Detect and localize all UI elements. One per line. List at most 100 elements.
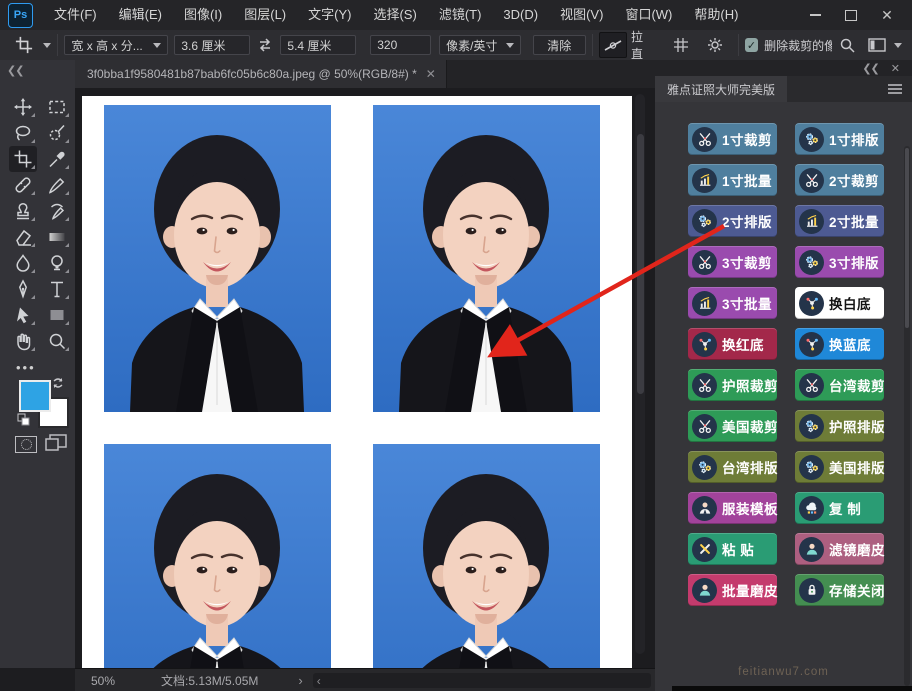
swap-dimensions-icon[interactable]	[252, 33, 278, 57]
plugin-button-0-scissors[interactable]: 1寸裁剪	[688, 123, 777, 155]
crop-width-input[interactable]	[181, 38, 243, 52]
tool-stamp[interactable]	[9, 198, 37, 224]
plugin-button-4-gears[interactable]: 2寸排版	[688, 205, 777, 237]
plugin-panel-tab[interactable]: 雅点证照大师完美版	[655, 76, 787, 102]
resolution-field[interactable]	[370, 35, 431, 55]
plugin-button-11-network[interactable]: 换蓝底	[795, 328, 884, 360]
tool-history-brush[interactable]	[43, 198, 71, 224]
plugin-button-6-scissors[interactable]: 3寸裁剪	[688, 246, 777, 278]
tool-lasso[interactable]	[9, 120, 37, 146]
chevron-down-icon[interactable]	[894, 43, 902, 48]
panel-menu-icon[interactable]	[888, 84, 902, 94]
plugin-button-20-cross-tools[interactable]: 粘 贴	[688, 533, 777, 565]
tool-eraser[interactable]	[9, 224, 37, 250]
plugin-button-2-chart[interactable]: 1寸批量	[688, 164, 777, 196]
tool-quick-select[interactable]	[43, 120, 71, 146]
tool-marquee[interactable]	[43, 94, 71, 120]
plugin-button-23-lock[interactable]: 存储关闭	[795, 574, 884, 606]
menu-item-10[interactable]: 帮助(H)	[683, 0, 749, 30]
close-button[interactable]: ✕	[876, 6, 898, 24]
plugin-button-19-cloud[interactable]: 复 制	[795, 492, 884, 524]
tool-path-select[interactable]	[9, 302, 37, 328]
menu-item-2[interactable]: 图像(I)	[173, 0, 233, 30]
tool-dodge[interactable]	[43, 250, 71, 276]
menu-bar: Ps 文件(F)编辑(E)图像(I)图层(L)文字(Y)选择(S)滤镜(T)3D…	[0, 0, 912, 31]
menu-item-7[interactable]: 3D(D)	[492, 0, 549, 30]
plugin-button-12-scissors[interactable]: 护照裁剪	[688, 369, 777, 401]
menu-item-5[interactable]: 选择(S)	[362, 0, 427, 30]
edit-toolbar-ellipsis-icon[interactable]: •••	[16, 360, 36, 375]
search-icon[interactable]	[834, 33, 860, 57]
tool-shape[interactable]	[43, 302, 71, 328]
crop-tool-preset-icon[interactable]	[11, 33, 37, 57]
menu-item-1[interactable]: 编辑(E)	[108, 0, 173, 30]
menu-item-0[interactable]: 文件(F)	[43, 0, 108, 30]
straighten-label[interactable]: 拉直	[631, 28, 654, 62]
collapse-tools-icon[interactable]: ❮❮	[7, 64, 23, 77]
crop-height-input[interactable]	[287, 38, 349, 52]
clear-button[interactable]: 清除	[533, 35, 586, 55]
tool-hand[interactable]	[9, 328, 37, 354]
plugin-button-18-person-suit[interactable]: 服装模板	[688, 492, 777, 524]
close-document-icon[interactable]: ✕	[426, 67, 436, 81]
plugin-button-16-gears[interactable]: 台湾排版	[688, 451, 777, 483]
plugin-button-label: 1寸批量	[722, 170, 772, 190]
collapse-panel-icon[interactable]: ❮❮	[862, 62, 878, 75]
tool-eyedropper[interactable]	[43, 146, 71, 172]
plugin-button-8-chart[interactable]: 3寸批量	[688, 287, 777, 319]
resolution-unit-select[interactable]: 像素/英寸	[439, 35, 520, 55]
canvas-vertical-scrollbar[interactable]	[635, 94, 645, 654]
tool-brush[interactable]	[43, 172, 71, 198]
gears-icon	[692, 209, 717, 234]
maximize-button[interactable]	[840, 6, 862, 24]
zoom-level[interactable]: 50%	[91, 674, 115, 688]
tool-type[interactable]	[43, 276, 71, 302]
tool-zoom[interactable]	[43, 328, 71, 354]
aspect-preset-select[interactable]: 宽 x 高 x 分...	[64, 35, 168, 55]
quick-mask-icon[interactable]	[15, 436, 37, 453]
default-colors-icon[interactable]	[17, 413, 30, 431]
plugin-button-1-gears[interactable]: 1寸排版	[795, 123, 884, 155]
tool-blur[interactable]	[9, 250, 37, 276]
plugin-button-9-network[interactable]: 换白底	[795, 287, 884, 319]
tool-gradient[interactable]	[43, 224, 71, 250]
foreground-color-swatch[interactable]	[19, 380, 51, 412]
plugin-button-5-chart[interactable]: 2寸批量	[795, 205, 884, 237]
overlay-grid-icon[interactable]	[668, 33, 694, 57]
crop-width-field[interactable]	[174, 35, 250, 55]
resolution-input[interactable]	[377, 38, 424, 52]
menu-item-3[interactable]: 图层(L)	[233, 0, 297, 30]
tool-crop[interactable]	[9, 146, 37, 172]
crop-settings-gear-icon[interactable]	[702, 33, 728, 57]
close-panel-icon[interactable]: ✕	[891, 62, 900, 75]
menu-item-4[interactable]: 文字(Y)	[297, 0, 362, 30]
screen-mode-icon[interactable]	[45, 434, 67, 456]
delete-cropped-pixels-checkbox[interactable]: ✓	[745, 38, 758, 52]
menu-item-9[interactable]: 窗口(W)	[614, 0, 683, 30]
chevron-down-icon	[43, 43, 51, 48]
panel-scrollbar[interactable]	[904, 146, 910, 686]
plugin-button-3-scissors[interactable]: 2寸裁剪	[795, 164, 884, 196]
workspace-toggle-icon[interactable]	[864, 33, 890, 57]
plugin-button-17-gears[interactable]: 美国排版	[795, 451, 884, 483]
tool-pen[interactable]	[9, 276, 37, 302]
status-menu-arrow-icon[interactable]: ›	[298, 673, 302, 688]
plugin-button-22-person[interactable]: 批量磨皮	[688, 574, 777, 606]
swap-colors-icon[interactable]	[51, 376, 65, 395]
plugin-button-13-scissors[interactable]: 台湾裁剪	[795, 369, 884, 401]
minimize-button[interactable]	[804, 6, 826, 24]
menu-item-8[interactable]: 视图(V)	[549, 0, 614, 30]
plugin-button-10-network[interactable]: 换红底	[688, 328, 777, 360]
straighten-icon[interactable]	[599, 32, 627, 58]
plugin-button-14-scissors[interactable]: 美国裁剪	[688, 410, 777, 442]
plugin-button-21-person[interactable]: 滤镜磨皮	[795, 533, 884, 565]
plugin-button-15-gears[interactable]: 护照排版	[795, 410, 884, 442]
document-tab[interactable]: 3f0bba1f9580481b87bab6fc05b6c80a.jpeg @ …	[75, 60, 447, 88]
tool-move[interactable]	[9, 94, 37, 120]
canvas-horizontal-scrollbar[interactable]: ‹	[313, 673, 651, 688]
plugin-button-7-gears[interactable]: 3寸排版	[795, 246, 884, 278]
crop-height-field[interactable]	[280, 35, 356, 55]
tool-healing[interactable]	[9, 172, 37, 198]
menu-item-6[interactable]: 滤镜(T)	[428, 0, 493, 30]
main-menu: 文件(F)编辑(E)图像(I)图层(L)文字(Y)选择(S)滤镜(T)3D(D)…	[43, 0, 749, 30]
